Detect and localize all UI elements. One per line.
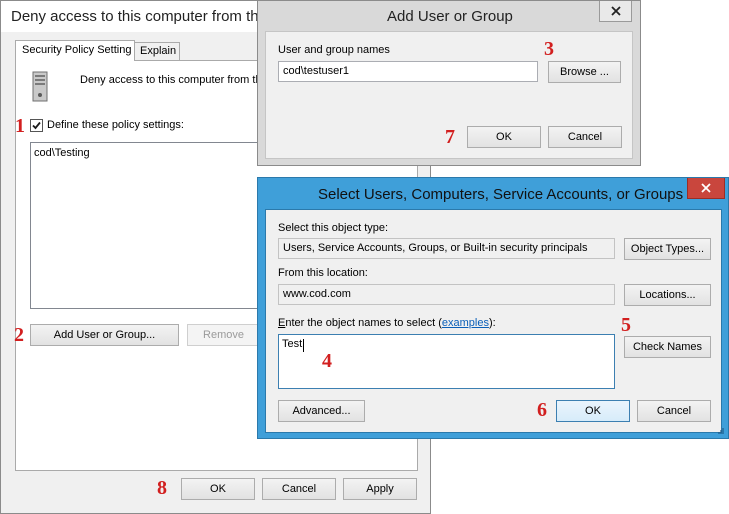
accounts-list[interactable]: cod\Testing [30,142,262,309]
checkmark-icon [32,121,41,130]
browse-button[interactable]: Browse ... [548,61,621,83]
close-icon [611,6,621,16]
add-dialog-title: Add User or Group [387,8,513,25]
select-dialog-close-button[interactable] [687,178,725,199]
define-policy-label: Define these policy settings: [47,119,184,131]
select-dialog-title: Select Users, Computers, Service Account… [318,186,684,203]
examples-link[interactable]: examples [442,317,489,329]
add-dialog-ok-button[interactable]: OK [467,126,541,148]
step-marker-8: 8 [157,477,167,499]
object-type-field: Users, Service Accounts, Groups, or Buil… [278,238,615,259]
object-names-label-prefix: nter the object names to select ( [285,317,442,329]
step-marker-6: 6 [537,399,547,421]
tab-security-policy-setting[interactable]: Security Policy Setting [15,40,135,61]
step-marker-4: 4 [322,350,332,372]
policy-name-text: Deny access to this computer from the [80,74,268,86]
remove-button[interactable]: Remove [187,324,259,346]
resize-grip-icon[interactable] [716,426,725,435]
object-types-button[interactable]: Object Types... [624,238,711,260]
user-group-names-input[interactable]: cod\testuser1 [278,61,538,82]
text-cursor [303,339,304,352]
main-cancel-button[interactable]: Cancel [262,478,336,500]
tab-explain[interactable]: Explain [134,42,180,61]
add-dialog-cancel-button[interactable]: Cancel [548,126,622,148]
add-dialog-close-button[interactable] [599,1,632,22]
list-item[interactable]: cod\Testing [34,147,90,159]
main-ok-button[interactable]: OK [181,478,255,500]
locations-button[interactable]: Locations... [624,284,711,306]
close-icon [701,183,711,193]
define-policy-checkbox[interactable] [30,119,43,132]
select-dialog-body: Select this object type: Users, Service … [265,209,722,433]
select-dialog-cancel-button[interactable]: Cancel [637,400,711,422]
tab-label: Security Policy Setting [22,44,132,56]
check-names-button[interactable]: Check Names [624,336,711,358]
object-type-label: Select this object type: [278,222,389,234]
tab-label: Explain [140,45,177,57]
location-field: www.cod.com [278,284,615,305]
step-marker-1: 1 [15,115,25,137]
object-names-input-text: Test [282,338,303,350]
user-group-names-label: User and group names [278,44,390,56]
step-marker-5: 5 [621,314,631,336]
object-names-label-suffix: ): [488,317,496,329]
add-user-or-group-button[interactable]: Add User or Group... [30,324,179,346]
select-users-dialog: Select Users, Computers, Service Account… [257,177,729,439]
select-dialog-ok-button[interactable]: OK [556,400,630,422]
main-apply-button[interactable]: Apply [343,478,417,500]
step-marker-2: 2 [14,324,24,346]
location-label: From this location: [278,267,368,279]
advanced-button[interactable]: Advanced... [278,400,365,422]
server-icon [32,71,49,103]
object-names-label: Enter the object names to select (exampl… [278,317,496,329]
policy-window-title: Deny access to this computer from th [11,8,259,25]
step-marker-3: 3 [544,38,554,60]
step-marker-7: 7 [445,126,455,148]
